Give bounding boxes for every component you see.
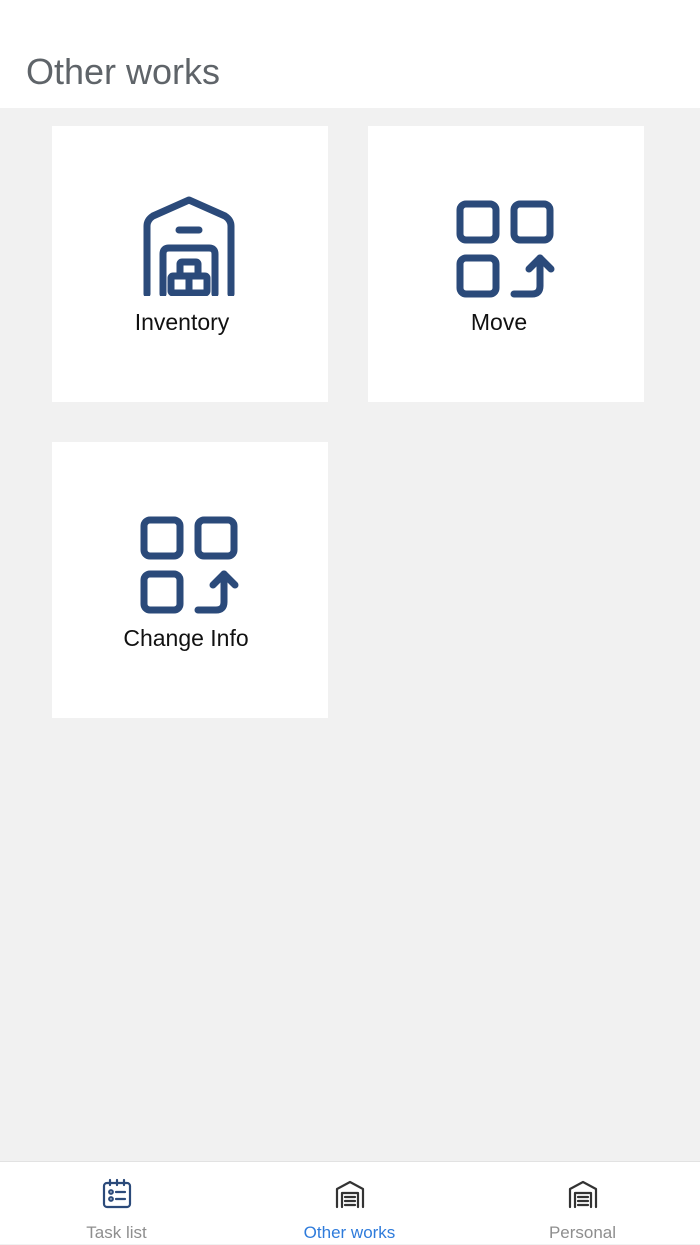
inventory-tile[interactable]: Inventory (52, 126, 328, 402)
bottom-tab-bar: Task list Other works Personal (0, 1161, 700, 1244)
page-title: Other works (26, 51, 221, 92)
tab-personal-label: Personal (548, 1223, 617, 1242)
calendar-list-icon (102, 1178, 132, 1209)
warehouse-icon (335, 1180, 365, 1209)
warehouse-icon (143, 196, 235, 296)
tab-other-works[interactable]: Other works (233, 1162, 466, 1245)
tab-other-works-label: Other works (303, 1223, 396, 1242)
move-tile[interactable]: Move (368, 126, 644, 402)
warehouse-icon (568, 1180, 598, 1209)
apps-arrow-up-icon (456, 200, 555, 298)
tab-task-list[interactable]: Task list (0, 1162, 233, 1245)
app-header: Other works (0, 0, 700, 108)
tab-personal[interactable]: Personal (466, 1162, 699, 1245)
apps-arrow-up-icon (140, 516, 239, 614)
inventory-label: Inventory (134, 309, 230, 335)
tab-task-list-label: Task list (86, 1223, 147, 1242)
change-info-tile[interactable]: Change Info (52, 442, 328, 718)
change-info-label: Change Info (123, 625, 249, 651)
move-label: Move (470, 309, 528, 335)
